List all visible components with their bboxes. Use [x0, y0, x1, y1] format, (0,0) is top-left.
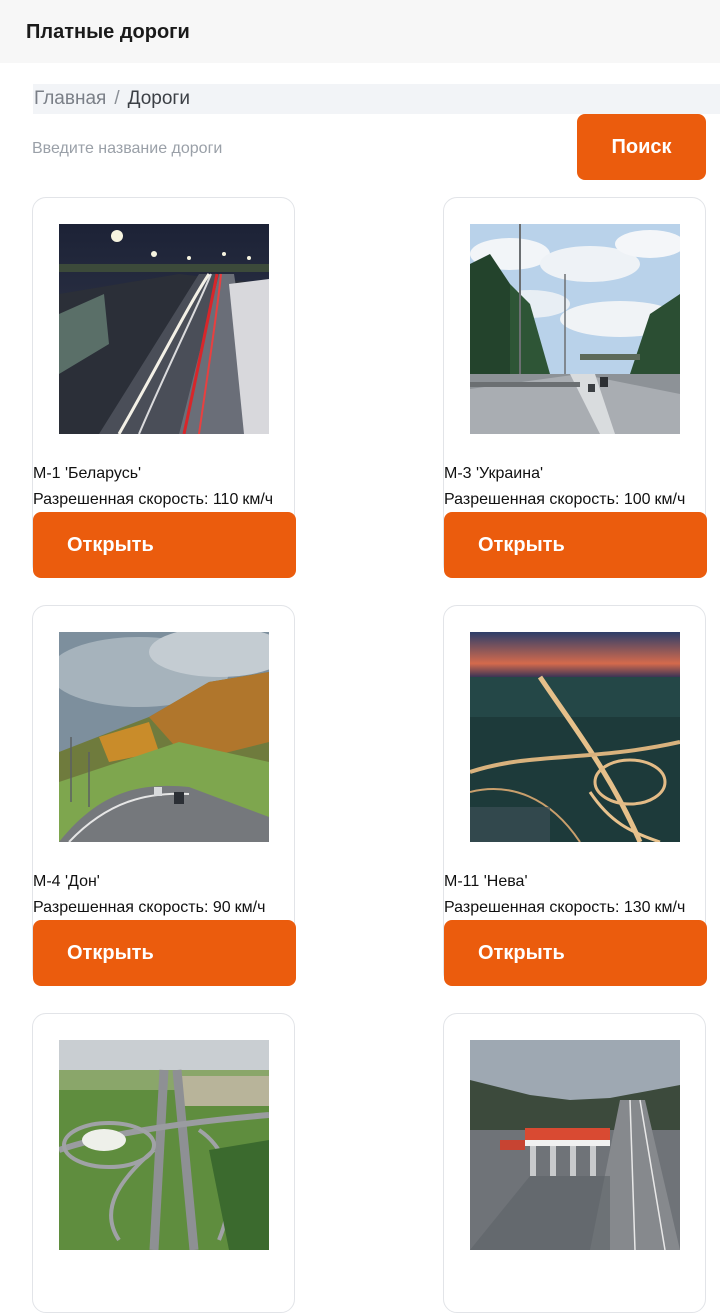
road-name: М-4 'Дон'	[33, 873, 100, 890]
road-search-input[interactable]	[32, 134, 552, 164]
road-name: М-1 'Беларусь'	[33, 465, 142, 482]
road-name: М-3 'Украина'	[444, 465, 544, 482]
speed-label: Разрешенная скорость:	[33, 899, 209, 916]
speed-label: Разрешенная скорость:	[33, 491, 209, 508]
app-header: Платные дороги	[0, 0, 720, 63]
breadcrumb-current: Дороги	[127, 88, 190, 109]
road-speed: Разрешенная скорость: 100 км/ч	[444, 491, 685, 509]
speed-unit: км/ч	[234, 899, 266, 916]
road-name: М-11 'Нева'	[444, 873, 528, 890]
breadcrumb-separator: /	[114, 88, 120, 109]
road-photo	[59, 632, 269, 842]
open-road-button[interactable]: Открыть	[33, 920, 296, 986]
road-photo	[59, 224, 269, 434]
autumn-highway-photo	[59, 632, 269, 842]
road-speed: Разрешенная скорость: 110 км/ч	[33, 491, 273, 509]
speed-value: 90	[212, 899, 231, 916]
speed-unit: км/ч	[242, 491, 274, 508]
breadcrumb-home-link[interactable]: Главная	[33, 88, 106, 109]
speed-label: Разрешенная скорость:	[444, 491, 620, 508]
open-road-button[interactable]: Открыть	[33, 512, 296, 578]
speed-unit: км/ч	[654, 899, 686, 916]
app-title: Платные дороги	[26, 21, 190, 43]
road-photo	[470, 1040, 680, 1250]
road-speed: Разрешенная скорость: 130 км/ч	[444, 899, 685, 917]
search-button[interactable]: Поиск	[577, 114, 706, 180]
open-road-button[interactable]: Открыть	[444, 920, 707, 986]
breadcrumb: Главная / Дороги	[33, 84, 720, 114]
forest-highway-photo	[470, 224, 680, 434]
road-photo	[470, 632, 680, 842]
speed-value: 110	[212, 491, 239, 508]
road-photo	[470, 224, 680, 434]
road-photo	[59, 1040, 269, 1250]
cloverleaf-interchange-photo	[59, 1040, 269, 1250]
road-card: М-4 'Дон' Разрешенная скорость: 90 км/ч О…	[32, 605, 296, 986]
speed-unit: км/ч	[654, 491, 686, 508]
road-card	[443, 1013, 706, 1313]
open-road-button[interactable]: Открыть	[444, 512, 707, 578]
speed-label: Разрешенная скорость:	[444, 899, 620, 916]
speed-value: 100	[623, 491, 651, 508]
road-card: М-11 'Нева' Разрешенная скорость: 130 км/…	[443, 605, 707, 986]
road-card: М-1 'Беларусь' Разрешенная скорость: 110…	[32, 197, 296, 578]
speed-value: 130	[623, 899, 651, 916]
road-card: М-3 'Украина' Разрешенная скорость: 100 к…	[443, 197, 707, 578]
toll-plaza-photo	[470, 1040, 680, 1250]
road-card	[32, 1013, 295, 1313]
night-highway-photo	[59, 224, 269, 434]
road-speed: Разрешенная скорость: 90 км/ч	[33, 899, 265, 917]
interchange-dusk-photo	[470, 632, 680, 842]
